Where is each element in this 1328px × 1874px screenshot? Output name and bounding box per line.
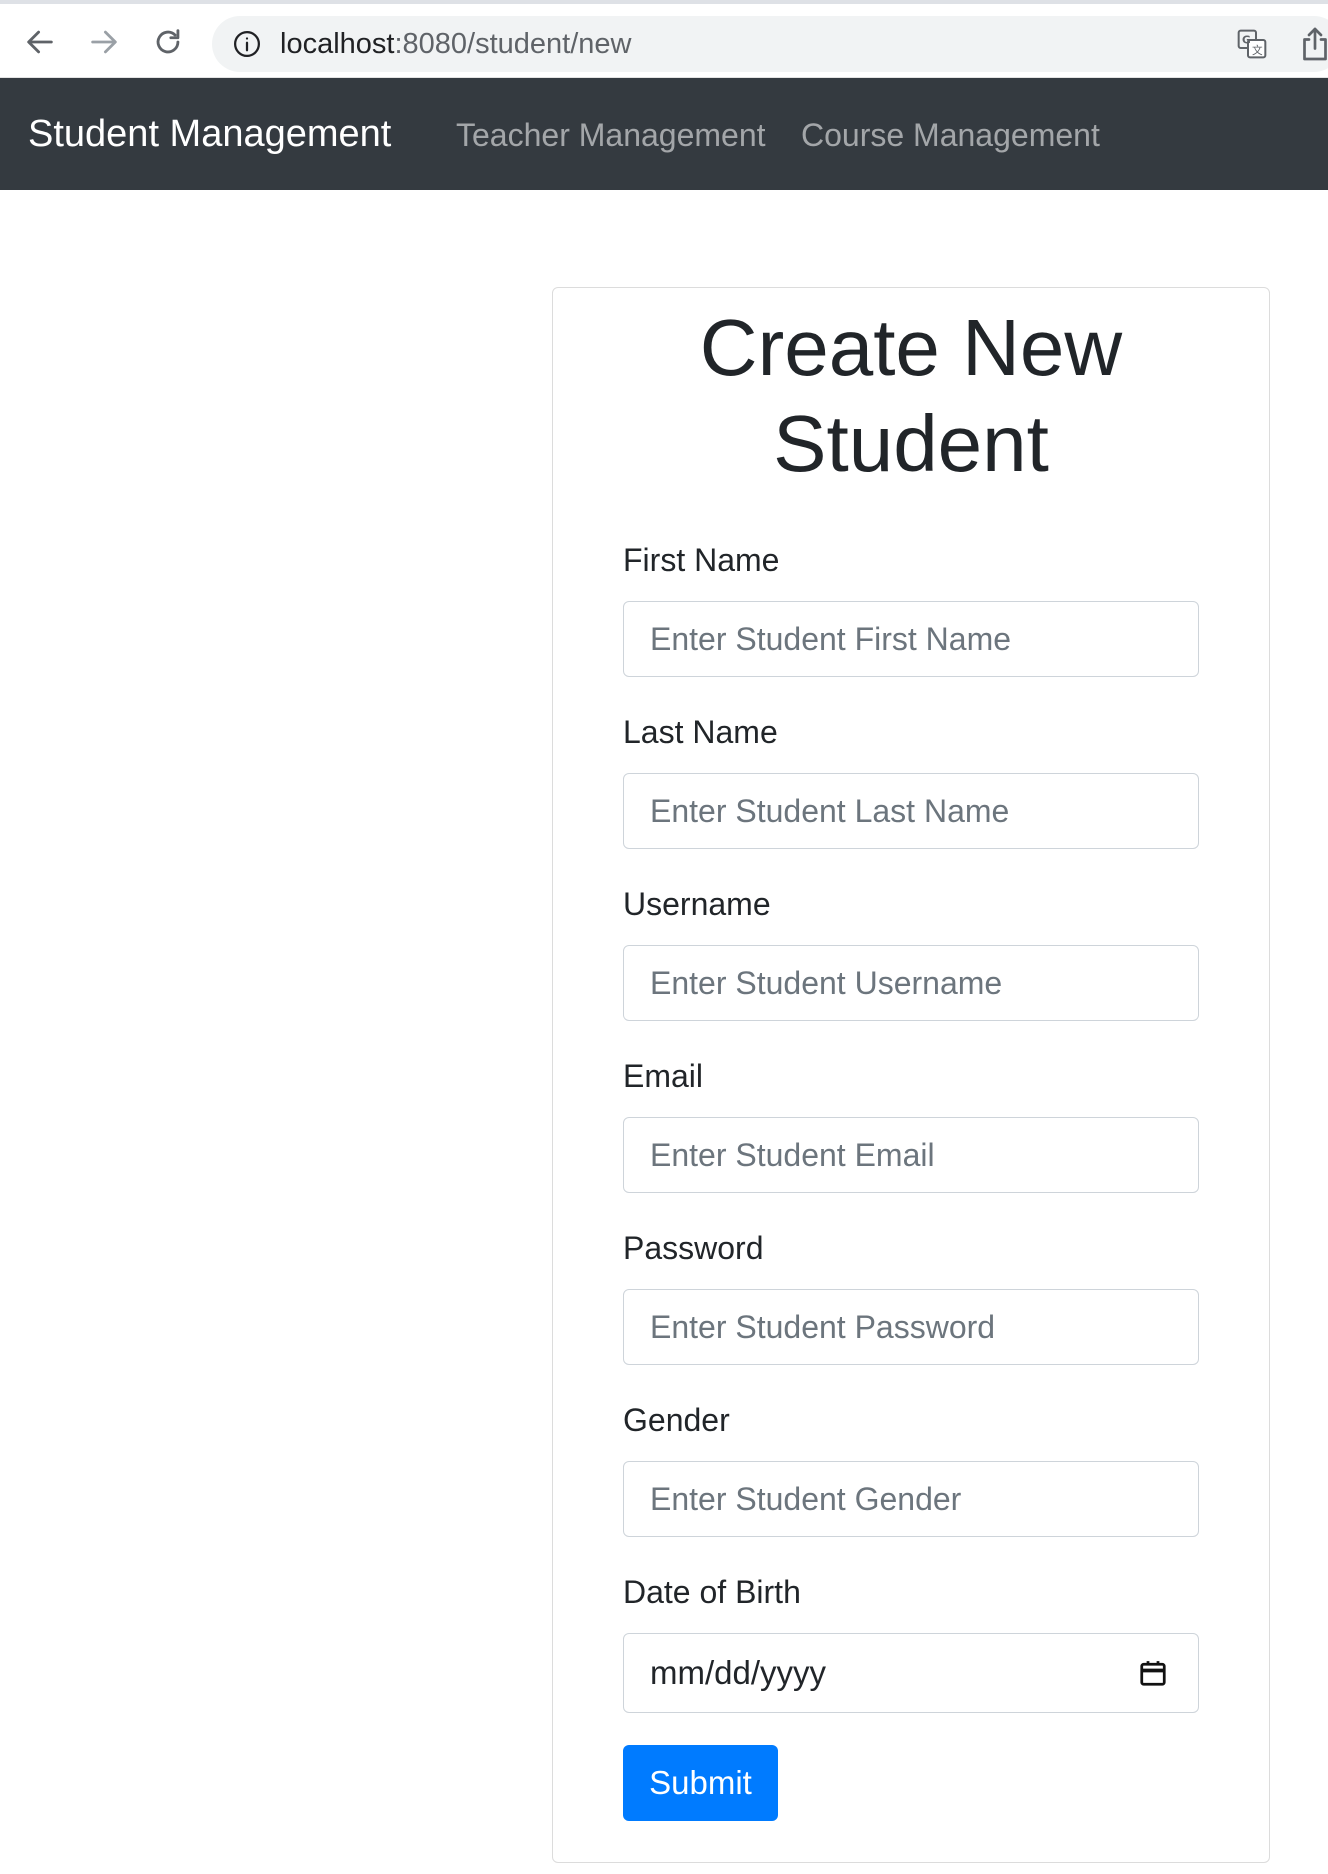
last-name-label: Last Name: [623, 714, 778, 750]
translate-icon[interactable]: G 文: [1236, 28, 1268, 60]
app-navbar: Student Management Teacher Management Co…: [0, 78, 1328, 190]
page-title-line-2: Student: [773, 399, 1049, 488]
browser-toolbar: localhost:8080/student/new G 文: [0, 0, 1328, 78]
submit-button[interactable]: Submit: [623, 1745, 778, 1821]
url-path: :8080/student/new: [394, 28, 632, 60]
email-label: Email: [623, 1058, 704, 1094]
first-name-label: First Name: [623, 542, 780, 578]
date-of-birth-label: Date of Birth: [623, 1574, 801, 1610]
back-button[interactable]: [18, 20, 62, 64]
username-label: Username: [623, 886, 771, 922]
share-icon[interactable]: [1300, 26, 1328, 62]
email-input[interactable]: [623, 1117, 1199, 1193]
page-title: Create New Student: [553, 300, 1269, 492]
password-input[interactable]: [623, 1289, 1199, 1365]
reload-icon: [156, 29, 180, 54]
first-name-input[interactable]: [623, 601, 1199, 677]
forward-arrow-icon: [91, 30, 117, 54]
info-icon[interactable]: [232, 29, 262, 59]
date-of-birth-input[interactable]: mm/dd/yyyy: [623, 1633, 1199, 1713]
address-bar[interactable]: localhost:8080/student/new: [212, 16, 1328, 72]
calendar-icon[interactable]: [1138, 1658, 1168, 1688]
brand-link[interactable]: Student Management: [28, 112, 391, 156]
reload-button[interactable]: [146, 20, 190, 64]
nav-link-course-management[interactable]: Course Management: [801, 116, 1100, 154]
url-text[interactable]: localhost:8080/student/new: [280, 28, 631, 60]
gender-input[interactable]: [623, 1461, 1199, 1537]
page-title-line-1: Create New: [699, 303, 1123, 392]
last-name-input[interactable]: [623, 773, 1199, 849]
username-input[interactable]: [623, 945, 1199, 1021]
back-arrow-icon: [27, 30, 53, 54]
password-label: Password: [623, 1230, 764, 1266]
forward-button[interactable]: [82, 20, 126, 64]
create-student-card: Create New Student First Name Last Name …: [552, 287, 1270, 1863]
svg-text:文: 文: [1252, 44, 1263, 57]
svg-text:G: G: [1242, 33, 1251, 46]
date-of-birth-value: mm/dd/yyyy: [650, 1654, 827, 1691]
url-host: localhost: [280, 28, 395, 60]
nav-link-teacher-management[interactable]: Teacher Management: [456, 116, 766, 154]
gender-label: Gender: [623, 1402, 730, 1438]
